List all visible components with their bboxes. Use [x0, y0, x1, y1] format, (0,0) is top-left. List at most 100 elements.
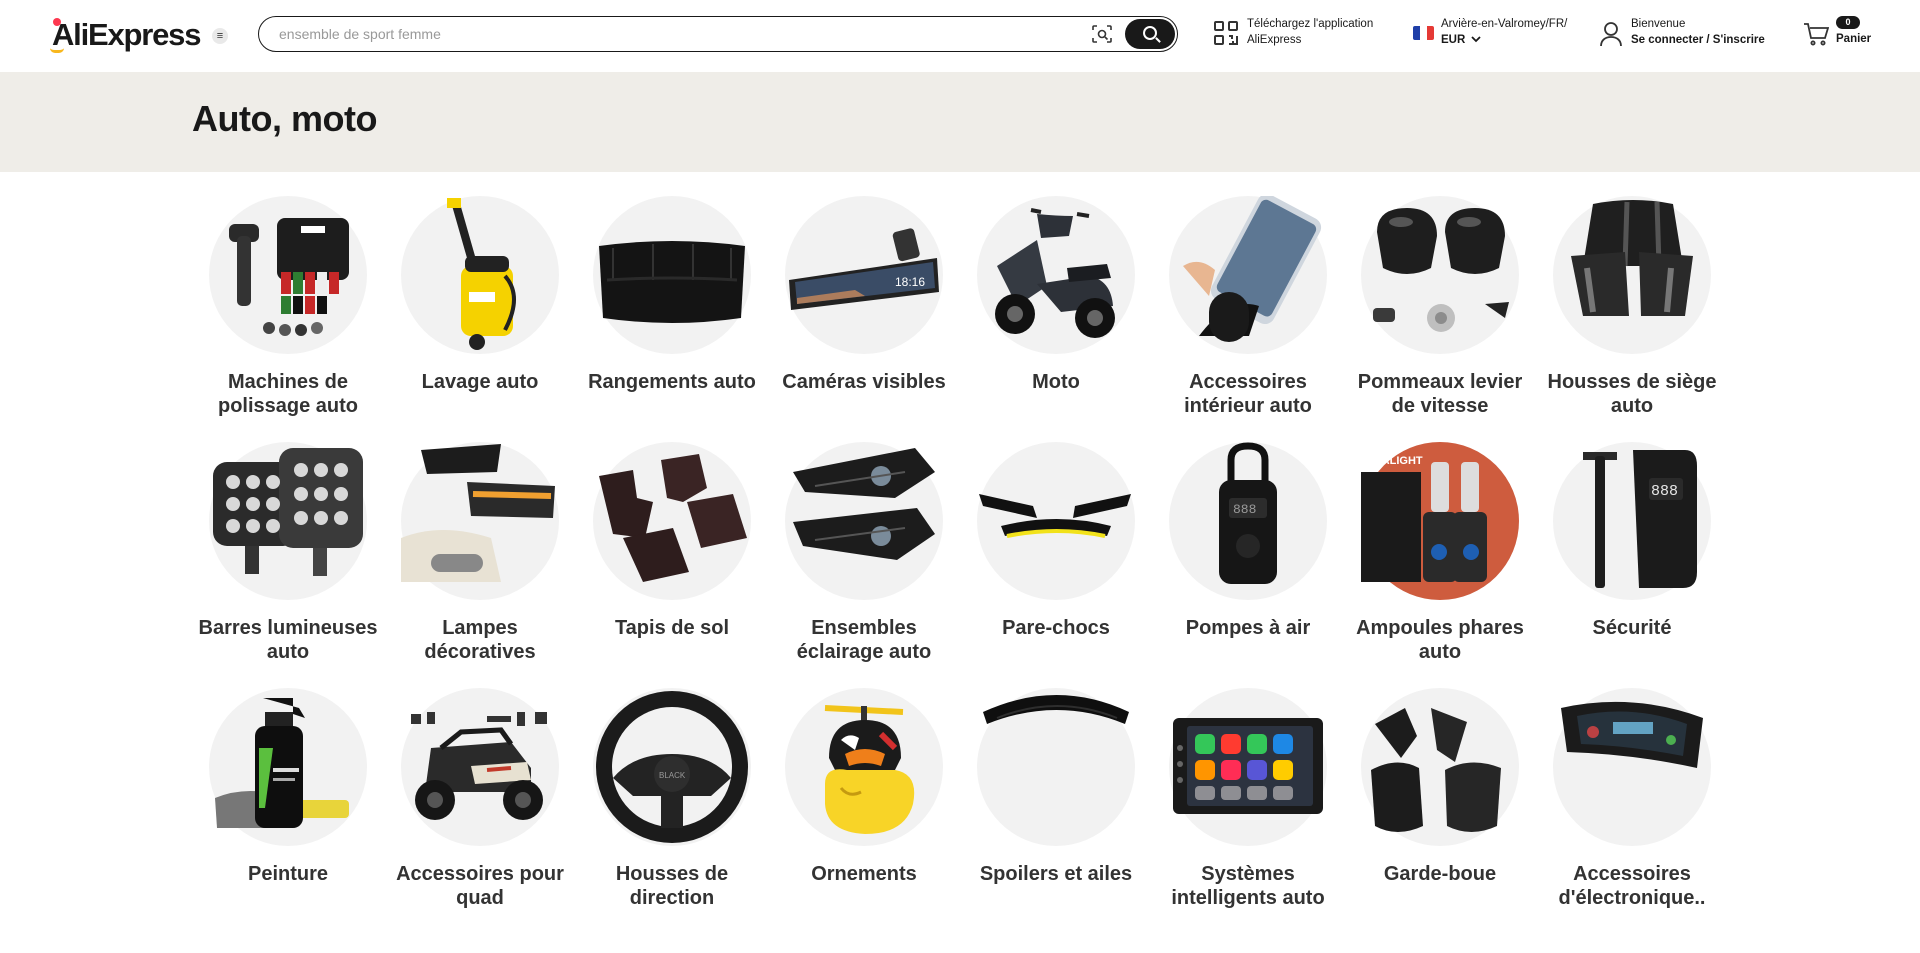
download-app-link[interactable]: Téléchargez l'application AliExpress — [1247, 16, 1373, 48]
category-image-seat-organizer — [593, 196, 751, 354]
category-tile[interactable]: Ensembles éclairage auto — [768, 442, 960, 688]
top-header: AliExpress ≡ Téléchargez l'application A… — [0, 0, 1920, 72]
category-tile[interactable]: Moto — [960, 196, 1152, 442]
category-image-utv-buggy — [401, 688, 559, 846]
category-label: Peinture — [247, 863, 329, 885]
currency-label: EUR — [1441, 34, 1466, 46]
category-image-headlight-drl — [401, 442, 559, 600]
category-label: Sécurité — [1592, 617, 1672, 639]
search-button[interactable] — [1125, 19, 1175, 49]
search-input[interactable] — [279, 24, 1059, 44]
welcome-text: Bienvenue — [1631, 18, 1686, 30]
category-tile[interactable]: Garde-boue — [1344, 688, 1536, 934]
category-image-mud-flaps — [1361, 688, 1519, 846]
category-banner: Auto, moto — [0, 72, 1920, 172]
user-icon[interactable] — [1599, 21, 1623, 47]
category-tile[interactable]: Accessoires intérieur auto — [1152, 196, 1344, 442]
category-label: Pompes à air — [1185, 617, 1311, 639]
category-tile[interactable]: Accessoires pour quad — [384, 688, 576, 934]
category-image-phone-holder — [1169, 196, 1327, 354]
category-label: Caméras visibles — [782, 371, 946, 393]
hamburger-icon[interactable]: ≡ — [212, 28, 228, 44]
category-tile[interactable]: Housses de siège auto — [1536, 196, 1728, 442]
category-image-pressure-washer — [401, 196, 559, 354]
category-image-steering-wheel: BLACK — [593, 688, 751, 846]
category-tile[interactable]: Machines de polissage auto — [192, 196, 384, 442]
category-image-floor-mats — [593, 442, 751, 600]
svg-text:18:16: 18:16 — [895, 275, 925, 289]
category-label: Pommeaux levier de vitesse — [1357, 371, 1523, 417]
logo-dot — [53, 18, 61, 26]
category-label: Ampoules phares auto — [1356, 617, 1524, 663]
locale-selector[interactable]: Arvière-en-Valromey/FR/ EUR — [1441, 16, 1567, 48]
qr-code-icon[interactable] — [1213, 20, 1239, 46]
category-tile[interactable]: Tapis de sol — [576, 442, 768, 688]
camera-search-icon[interactable] — [1091, 24, 1113, 44]
category-label: Moto — [1032, 371, 1080, 393]
category-tile[interactable]: Ornements — [768, 688, 960, 934]
category-label: Tapis de sol — [614, 617, 730, 639]
category-image-gear-knobs — [1361, 196, 1519, 354]
category-image-digital-dashboard — [1553, 688, 1711, 846]
page-title: Auto, moto — [192, 98, 377, 139]
category-image-mirror-dashcam: 18:16 — [785, 196, 943, 354]
logo-text: AliExpress — [52, 17, 201, 52]
cart-label[interactable]: Panier — [1836, 31, 1871, 47]
category-label: Barres lumineuses auto — [198, 617, 378, 663]
category-label: Garde-boue — [1383, 863, 1497, 885]
category-tile[interactable]: Peinture — [192, 688, 384, 934]
category-tile[interactable]: Pommeaux levier de vitesse — [1344, 196, 1536, 442]
category-tile[interactable]: Barres lumineuses auto — [192, 442, 384, 688]
category-label: Housses de direction — [615, 863, 729, 909]
category-tile[interactable]: Lavage auto — [384, 196, 576, 442]
category-tile[interactable]: Accessoires d'électronique.. — [1536, 688, 1728, 934]
category-label: Accessoires d'électronique.. — [1558, 863, 1706, 909]
category-image-seat-covers — [1553, 196, 1711, 354]
category-image-air-pump: 888 — [1169, 442, 1327, 600]
svg-text:888: 888 — [1233, 502, 1256, 517]
locale-location: Arvière-en-Valromey/FR/ — [1441, 18, 1568, 30]
category-image-front-lip — [977, 442, 1135, 600]
category-image-helmet-duck — [785, 688, 943, 846]
category-label: Machines de polissage auto — [217, 371, 359, 417]
svg-text:SEALIGHT: SEALIGHT — [1367, 455, 1423, 467]
category-label: Rangements auto — [588, 371, 756, 393]
svg-text:BLACK: BLACK — [659, 771, 686, 780]
category-label: Lampes décoratives — [424, 617, 536, 663]
category-tile[interactable]: BLACK Housses de direction — [576, 688, 768, 934]
category-tile[interactable]: Lampes décoratives — [384, 442, 576, 688]
category-label: Pare-chocs — [1002, 617, 1110, 639]
category-tile[interactable]: Rangements auto — [576, 196, 768, 442]
category-label: Ornements — [811, 863, 917, 885]
category-label: Accessoires intérieur auto — [1184, 371, 1312, 417]
france-flag-icon — [1413, 26, 1434, 40]
category-tile[interactable]: 888 Sécurité — [1536, 442, 1728, 688]
category-image-headlight-assembly — [785, 442, 943, 600]
category-label: Lavage auto — [421, 371, 539, 393]
category-label: Systèmes intelligents auto — [1171, 863, 1325, 909]
chevron-down-icon — [1471, 36, 1482, 43]
category-grid: Machines de polissage auto Lavage auto R — [192, 196, 1728, 934]
category-tile[interactable]: 18:16 Caméras visibles — [768, 196, 960, 442]
aliexpress-logo[interactable]: AliExpress — [50, 17, 201, 53]
category-image-spray-bottle — [209, 688, 367, 846]
account-menu[interactable]: Bienvenue Se connecter / S'inscrire — [1631, 16, 1765, 48]
category-image-multimedia-screen — [1169, 688, 1327, 846]
category-tile[interactable]: SEALIGHT Ampoules phares auto — [1344, 442, 1536, 688]
category-image-led-work-lights — [209, 442, 367, 600]
category-image-tire-inflator: 888 — [1553, 442, 1711, 600]
cart-icon[interactable] — [1803, 22, 1829, 46]
app-line1: Téléchargez l'application — [1247, 18, 1374, 30]
category-tile[interactable]: Systèmes intelligents auto — [1152, 688, 1344, 934]
category-image-rear-spoiler — [977, 688, 1135, 846]
category-image-scooter — [977, 196, 1135, 354]
category-tile[interactable]: Pare-chocs — [960, 442, 1152, 688]
category-image-polishing — [209, 196, 367, 354]
category-label: Spoilers et ailes — [979, 863, 1133, 885]
category-label: Ensembles éclairage auto — [796, 617, 932, 663]
cart-count-badge: 0 — [1836, 16, 1860, 29]
category-tile[interactable]: Spoilers et ailes — [960, 688, 1152, 934]
app-line2: AliExpress — [1247, 34, 1302, 46]
sign-in-link[interactable]: Se connecter / S'inscrire — [1631, 32, 1765, 48]
category-tile[interactable]: 888 Pompes à air — [1152, 442, 1344, 688]
